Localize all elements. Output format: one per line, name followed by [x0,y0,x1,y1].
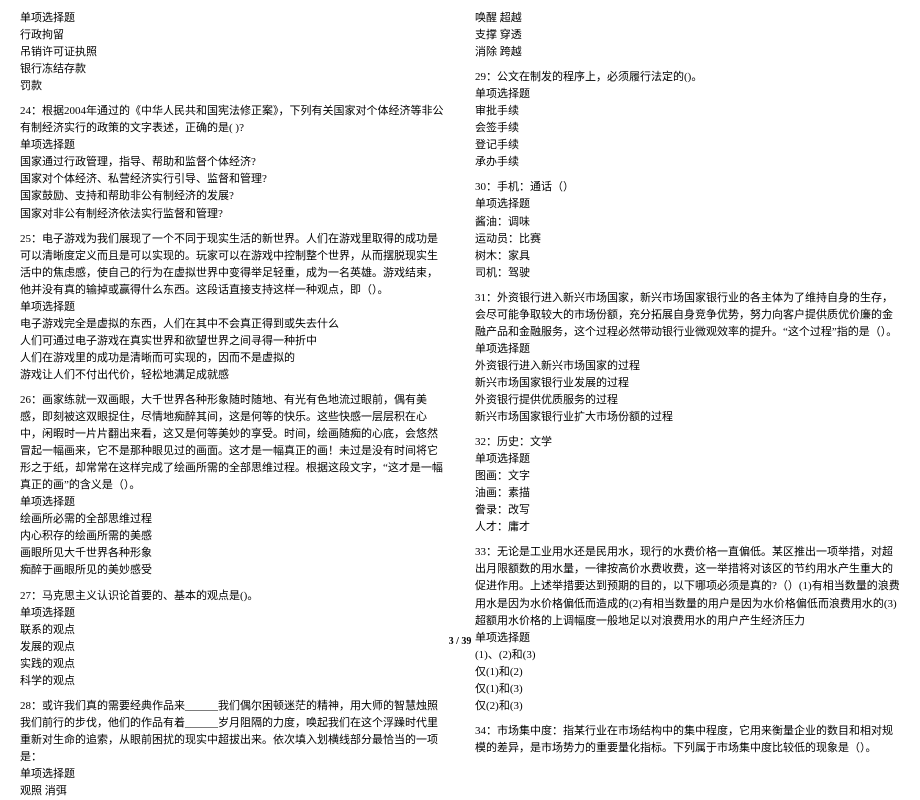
option: 唤醒 超越 [475,10,900,27]
option: 国家鼓励、支持和帮助非公有制经济的发展? [20,188,445,205]
option: 绘画所必需的全部思维过程 [20,511,445,528]
option: 树木：家具 [475,248,900,265]
right-column: 唤醒 超越 支撑 穿透 消除 跨越 29：公文在制发的程序上，必须履行法定的()… [475,10,900,800]
option: 电子游戏完全是虚拟的东西，人们在其中不会真正得到或失去什么 [20,316,445,333]
option: 登记手续 [475,137,900,154]
question-type: 单项选择题 [475,341,900,358]
option: 人们可通过电子游戏在真实世界和欲望世界之间寻得一种折中 [20,333,445,350]
option: 仅(1)和(3) [475,681,900,698]
q32: 32：历史：文学 单项选择题 图画：文字 油画：素描 誊录：改写 人才：庸才 [475,434,900,536]
q25: 25：电子游戏为我们展现了一个不同于现实生活的新世界。人们在游戏里取得的成功是可… [20,231,445,384]
option: 国家对非公有制经济依法实行监督和管理? [20,206,445,223]
left-column: 单项选择题 行政拘留 吊销许可证执照 银行冻结存款 罚款 24：根据2004年通… [20,10,445,800]
option: 实践的观点 [20,656,445,673]
question-type: 单项选择题 [20,494,445,511]
question-type: 单项选择题 [475,196,900,213]
question-stem: 26：画家练就一双画眼，大千世界各种形象随时随地、有光有色地流过眼前，偶有美感，… [20,392,445,494]
option: 科学的观点 [20,673,445,690]
option: 单项选择题 [20,10,445,27]
option: 仅(2)和(3) [475,698,900,715]
question-stem: 24：根据2004年通过的《中华人民共和国宪法修正案》，下列有关国家对个体经济等… [20,103,445,137]
option: 人才：庸才 [475,519,900,536]
option: 承办手续 [475,154,900,171]
question-type: 单项选择题 [20,605,445,622]
option: 酱油：调味 [475,214,900,231]
option: 内心积存的绘画所需的美感 [20,528,445,545]
option: 新兴市场国家银行业扩大市场份额的过程 [475,409,900,426]
option: 国家对个体经济、私营经济实行引导、监督和管理? [20,171,445,188]
q23-tail: 单项选择题 行政拘留 吊销许可证执照 银行冻结存款 罚款 [20,10,445,95]
q30: 30：手机：通话（） 单项选择题 酱油：调味 运动员：比赛 树木：家具 司机：驾… [475,179,900,281]
option: 誊录：改写 [475,502,900,519]
option: 运动员：比赛 [475,231,900,248]
option: 支撑 穿透 [475,27,900,44]
page: 单项选择题 行政拘留 吊销许可证执照 银行冻结存款 罚款 24：根据2004年通… [0,0,920,800]
option: 罚款 [20,78,445,95]
option: 外资银行提供优质服务的过程 [475,392,900,409]
question-type: 单项选择题 [20,299,445,316]
option: 吊销许可证执照 [20,44,445,61]
option: 消除 跨越 [475,44,900,61]
q28: 28：或许我们真的需要经典作品来______我们偶尔困顿迷茫的精神，用大师的智慧… [20,698,445,800]
question-type: 单项选择题 [20,137,445,154]
option: 审批手续 [475,103,900,120]
q33: 33：无论是工业用水还是民用水，现行的水费价格一直偏低。某区推出一项举措，对超出… [475,544,900,714]
q29: 29：公文在制发的程序上，必须履行法定的()。 单项选择题 审批手续 会签手续 … [475,69,900,171]
option: 痴醉于画眼所见的美妙感受 [20,562,445,579]
q26: 26：画家练就一双画眼，大千世界各种形象随时随地、有光有色地流过眼前，偶有美感，… [20,392,445,580]
option: 游戏让人们不付出代价，轻松地满足成就感 [20,367,445,384]
question-stem: 33：无论是工业用水还是民用水，现行的水费价格一直偏低。某区推出一项举措，对超出… [475,544,900,629]
option: 观照 消弭 [20,783,445,800]
question-stem: 34：市场集中度：指某行业在市场结构中的集中程度，它用来衡量企业的数目和相对规模… [475,723,900,757]
page-number: 3 / 39 [0,636,920,647]
question-stem: 28：或许我们真的需要经典作品来______我们偶尔困顿迷茫的精神，用大师的智慧… [20,698,445,766]
question-type: 单项选择题 [475,86,900,103]
question-stem: 31：外资银行进入新兴市场国家，新兴市场国家银行业的各主体为了维持自身的生存，会… [475,290,900,341]
option: 会签手续 [475,120,900,137]
option: 仅(1)和(2) [475,664,900,681]
option: 图画：文字 [475,468,900,485]
question-stem: 29：公文在制发的程序上，必须履行法定的()。 [475,69,900,86]
option: 国家通过行政管理，指导、帮助和监督个体经济? [20,154,445,171]
option: 画眼所见大千世界各种形象 [20,545,445,562]
question-stem: 30：手机：通话（） [475,179,900,196]
option: 油画：素描 [475,485,900,502]
q34: 34：市场集中度：指某行业在市场结构中的集中程度，它用来衡量企业的数目和相对规模… [475,723,900,757]
question-type: 单项选择题 [475,451,900,468]
q24: 24：根据2004年通过的《中华人民共和国宪法修正案》，下列有关国家对个体经济等… [20,103,445,222]
option: 新兴市场国家银行业发展的过程 [475,375,900,392]
question-stem: 25：电子游戏为我们展现了一个不同于现实生活的新世界。人们在游戏里取得的成功是可… [20,231,445,299]
option: (1)、(2)和(3) [475,647,900,664]
question-type: 单项选择题 [20,766,445,783]
option: 外资银行进入新兴市场国家的过程 [475,358,900,375]
q31: 31：外资银行进入新兴市场国家，新兴市场国家银行业的各主体为了维持自身的生存，会… [475,290,900,426]
option: 人们在游戏里的成功是清晰而可实现的，因而不是虚拟的 [20,350,445,367]
option: 银行冻结存款 [20,61,445,78]
question-stem: 32：历史：文学 [475,434,900,451]
option: 司机：驾驶 [475,265,900,282]
option: 行政拘留 [20,27,445,44]
question-stem: 27：马克思主义认识论首要的、基本的观点是()。 [20,588,445,605]
q28-tail: 唤醒 超越 支撑 穿透 消除 跨越 [475,10,900,61]
